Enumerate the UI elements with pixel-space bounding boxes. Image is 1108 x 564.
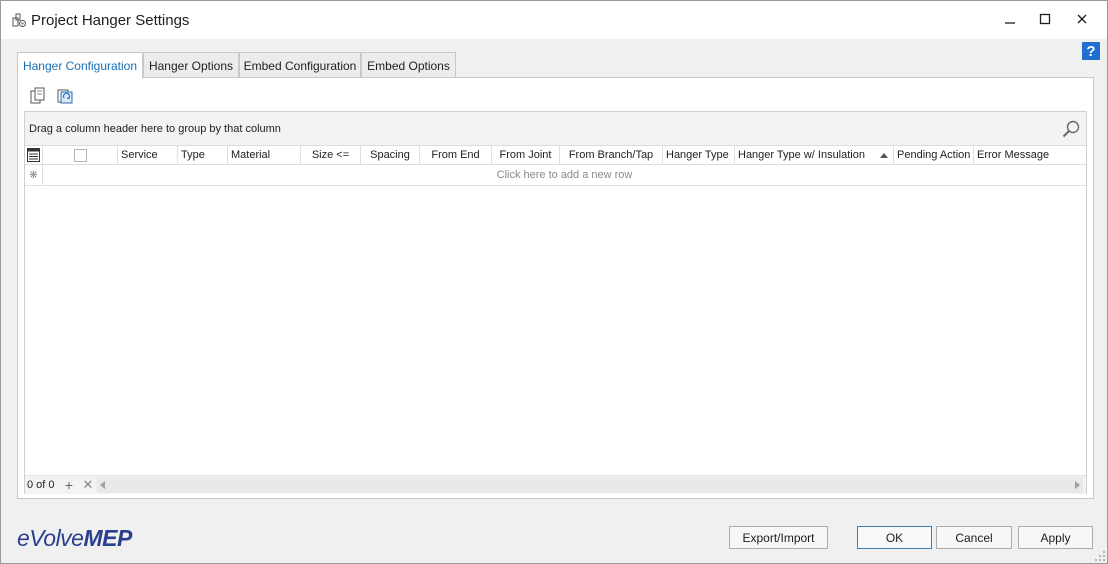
- close-icon: [1076, 13, 1088, 28]
- hanger-configuration-panel: Drag a column header here to group by th…: [17, 77, 1094, 499]
- logo-text-mep: MEP: [83, 525, 132, 551]
- minimize-icon: [1004, 13, 1016, 28]
- delete-record-icon[interactable]: ✕: [82, 477, 94, 493]
- column-header-error-message[interactable]: Error Message: [974, 146, 1086, 165]
- window-title: Project Hanger Settings: [31, 12, 190, 29]
- column-chooser-cell[interactable]: [25, 146, 43, 165]
- title-bar: Project Hanger Settings: [1, 1, 1107, 39]
- column-header-from-joint[interactable]: From Joint: [492, 146, 560, 165]
- column-header-hanger-type-insulation[interactable]: Hanger Type w/ Insulation: [735, 146, 894, 165]
- hanger-settings-icon: [11, 12, 27, 28]
- record-count: 0 of 0: [27, 479, 55, 491]
- copy-icon[interactable]: [29, 87, 47, 105]
- refresh-copy-icon[interactable]: [56, 87, 74, 105]
- sort-ascending-icon: [880, 153, 888, 158]
- maximize-icon: [1039, 13, 1051, 28]
- project-hanger-settings-window: Project Hanger Settings ? Hanger Configu…: [0, 0, 1108, 564]
- apply-button[interactable]: Apply: [1018, 526, 1093, 549]
- tab-embed-options[interactable]: Embed Options: [361, 52, 456, 78]
- column-header-type[interactable]: Type: [178, 146, 228, 165]
- new-item-row[interactable]: ❋ Click here to add a new row: [25, 165, 1086, 186]
- logo-text-evolve: eVolve: [17, 525, 84, 551]
- column-header-size[interactable]: Size <=: [301, 146, 361, 165]
- group-by-panel[interactable]: Drag a column header here to group by th…: [25, 112, 1086, 146]
- maximize-button[interactable]: [1026, 1, 1064, 39]
- group-by-hint: Drag a column header here to group by th…: [29, 123, 281, 135]
- scroll-right-icon[interactable]: [1075, 481, 1080, 489]
- minimize-button[interactable]: [991, 1, 1029, 39]
- new-row-hint: Click here to add a new row: [496, 169, 633, 181]
- grid-navigator: 0 of 0 + ✕: [25, 475, 1086, 494]
- cancel-button[interactable]: Cancel: [936, 526, 1012, 549]
- column-header-from-branch-tap[interactable]: From Branch/Tap: [560, 146, 663, 165]
- scroll-left-icon[interactable]: [100, 481, 105, 489]
- horizontal-scrollbar[interactable]: [97, 477, 1083, 493]
- column-header-spacing[interactable]: Spacing: [361, 146, 420, 165]
- resize-grip-icon[interactable]: [1094, 550, 1106, 562]
- column-header-hanger-type[interactable]: Hanger Type: [663, 146, 735, 165]
- new-row-indicator-icon: ❋: [25, 165, 43, 186]
- search-icon[interactable]: [1061, 119, 1081, 139]
- column-header-hanger-type-insulation-label: Hanger Type w/ Insulation: [738, 149, 865, 161]
- export-import-button[interactable]: Export/Import: [729, 526, 828, 549]
- column-header-row: Service Type Material Size <= Spacing Fr…: [25, 146, 1086, 165]
- select-all-checkbox[interactable]: [74, 149, 87, 162]
- column-header-from-end[interactable]: From End: [420, 146, 492, 165]
- close-button[interactable]: [1063, 1, 1101, 39]
- select-all-header: [43, 146, 118, 165]
- column-header-service[interactable]: Service: [118, 146, 178, 165]
- hanger-configuration-grid: Drag a column header here to group by th…: [24, 111, 1087, 494]
- tab-hanger-options[interactable]: Hanger Options: [143, 52, 239, 78]
- tab-embed-configuration[interactable]: Embed Configuration: [239, 52, 361, 78]
- help-icon[interactable]: ?: [1082, 42, 1100, 60]
- column-header-material[interactable]: Material: [228, 146, 301, 165]
- evolve-mep-logo: eVolveMEP: [17, 525, 132, 552]
- ok-button[interactable]: OK: [857, 526, 932, 549]
- add-record-icon[interactable]: +: [63, 477, 75, 493]
- tab-hanger-configuration[interactable]: Hanger Configuration: [17, 52, 143, 79]
- column-header-pending-action[interactable]: Pending Action: [894, 146, 974, 165]
